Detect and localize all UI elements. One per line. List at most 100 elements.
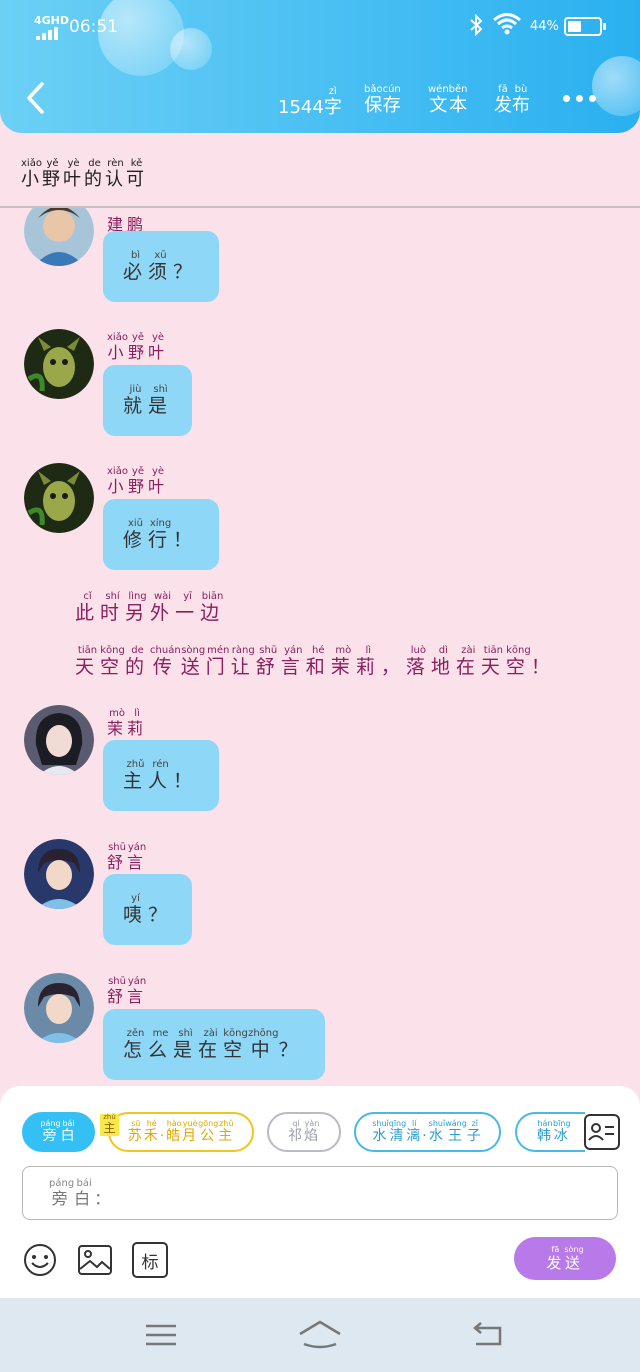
ruby-char: ？ [148,903,174,926]
ruby-char: 莉lì [355,645,381,678]
chat-area[interactable]: 建 鹏 必bì 须xū？ 小xiǎo野yě叶yè 就jiù 是shì 小xiǎo野y… [0,208,640,1088]
publish-button[interactable]: 发fā布bù [494,84,530,117]
speaker-name: 小xiǎo野yě叶yè [107,332,168,363]
ruby-char: 空kōng [223,1027,249,1061]
avatar-moli[interactable] [24,705,94,775]
ruby-char: 王wáng [445,1119,467,1144]
ruby-char: 言yán [127,842,148,872]
ruby-char: 白bái [60,1119,77,1144]
ruby-char: 祁qí [288,1119,304,1144]
role-chip-qiyan[interactable]: 祁qí 焰yàn [267,1112,341,1152]
input-panel: 旁páng 白bái 苏sū 禾hé · 皓hào 月yuè 公gōng 主zhǔ 主zhǔ… [0,1086,640,1298]
back-button[interactable] [22,80,52,116]
ruby-char: ？ [173,260,199,283]
ruby-char: 叶yè [147,332,168,362]
ruby-char: 存cún [382,84,401,116]
ruby-char: 野yě [42,158,63,190]
ruby-char: 保bǎo [364,84,383,116]
ruby-char: 一yī [175,591,201,624]
message-input[interactable]: 旁páng白bái： [22,1166,618,1220]
back-nav-button[interactable] [466,1318,510,1352]
ruby-char: 的de [125,645,151,678]
message-bubble[interactable]: 咦yí？ [103,874,192,945]
role-chip-shuiqingli[interactable]: 水shuǐ 清qīng 漓lí · 水shuǐ 王wáng 子zǐ [354,1112,501,1152]
avatar-shuyan[interactable] [24,973,94,1043]
narration-line[interactable]: 天tiān空kōng的de传chuán送sòng门mén让ràng舒shū言yá… [75,645,556,679]
ruby-char: 漓lí [406,1119,423,1144]
status-bar: 4GHD 06:51 44% [0,10,640,44]
ruby-char: 必bì [123,249,149,283]
main-role-badge: 主zhǔ [100,1113,119,1136]
ruby-char: 小xiǎo [107,332,128,362]
text-button[interactable]: 文wén本běn [428,84,468,117]
ruby-char: 空kōng [100,645,126,678]
send-button[interactable]: 发fā 送sòng [514,1237,616,1280]
clock: 06:51 [69,17,118,37]
ruby-char: 是shì [148,383,174,417]
home-button[interactable] [298,1318,342,1352]
ruby-char: 苏sū [127,1119,144,1144]
ruby-char: ？ [278,1038,304,1061]
avatar-xiaoyeye[interactable] [24,329,94,399]
ruby-char: 送sòng [180,645,206,678]
role-list-button[interactable] [584,1114,620,1150]
message-bubble[interactable]: 怎zěn 么me 是shì 在zài 空kōng 中zhōng？ [103,1009,325,1080]
ruby-char: 月yuè [182,1119,199,1144]
role-chip-suhe[interactable]: 苏sū 禾hé · 皓hào 月yuè 公gōng 主zhǔ [108,1112,254,1152]
image-icon [78,1245,112,1275]
ruby-char: 是shì [173,1027,199,1061]
avatar-shuyan[interactable] [24,839,94,909]
decor-bubble [592,56,640,116]
menu-button[interactable] [140,1318,184,1352]
ruby-char: 本běn [448,84,468,116]
message-bubble[interactable]: 主zhǔ 人rén！ [103,740,219,811]
ruby-char: 天tiān [75,645,101,678]
message-bubble[interactable]: 就jiù 是shì [103,365,192,436]
ruby-char: 小xiǎo [21,158,42,190]
zi-pinyin: zì [323,86,342,97]
ruby-char: ， [380,656,406,678]
emoji-button[interactable] [22,1242,58,1278]
tag-button[interactable]: 标 [132,1242,168,1278]
ruby-char: 舒shū [107,842,128,872]
ruby-char: 布bù [512,84,530,116]
ruby-char: 么me [148,1027,174,1061]
ruby-char: 茉mò [107,708,128,738]
app-header: 4GHD 06:51 44% 1544字zì 保bǎo存cún 文wén本běn… [0,0,640,133]
ruby-char: 中zhōng [248,1027,279,1061]
narration-line[interactable]: 此cǐ时shí另lìng外wài一yī边biān [75,591,225,625]
ruby-char: 空kōng [505,645,531,678]
ruby-char: ！ [530,656,556,678]
ruby-char: 在zài [455,645,481,678]
ruby-char: 主zhǔ [218,1119,235,1144]
smiley-icon [24,1244,56,1276]
word-count: 1544字zì [278,86,342,119]
speaker-name: 小xiǎo野yě叶yè [107,466,168,497]
avatar-xiaoyeye[interactable] [24,463,94,533]
ruby-char: 小xiǎo [107,466,128,496]
ruby-char: 主zhǔ [123,758,149,792]
ruby-char: 送sòng [564,1244,584,1272]
ruby-char: 白bái [74,1177,95,1208]
speaker-name: 舒shū言yán [107,976,147,1007]
ruby-char: 水shuǐ [428,1119,446,1144]
more-options-button[interactable] [563,95,596,102]
ruby-char: 的de [84,158,105,190]
ruby-char: ！ [173,528,199,551]
avatar-jianpeng[interactable] [24,208,94,266]
ruby-char: 和hé [305,645,331,678]
ruby-char: 冰bīng [553,1119,571,1144]
contact-card-icon [588,1123,614,1141]
message-bubble[interactable]: 修xiū 行xíng！ [103,499,219,570]
role-chip-hanbing[interactable]: 韩hán 冰bīng [515,1112,585,1152]
ruby-char: 皓hào [166,1119,183,1144]
image-button[interactable] [77,1242,113,1278]
chevron-left-icon [27,82,44,114]
ruby-char: 韩hán [537,1119,553,1144]
ruby-char: 天tiān [480,645,506,678]
role-chip-narrator[interactable]: 旁páng 白bái [22,1112,95,1152]
ruby-char: 叶yè [147,466,168,496]
ruby-char: 落luò [405,645,431,678]
save-button[interactable]: 保bǎo存cún [364,84,401,117]
message-bubble[interactable]: 必bì 须xū？ [103,231,219,302]
